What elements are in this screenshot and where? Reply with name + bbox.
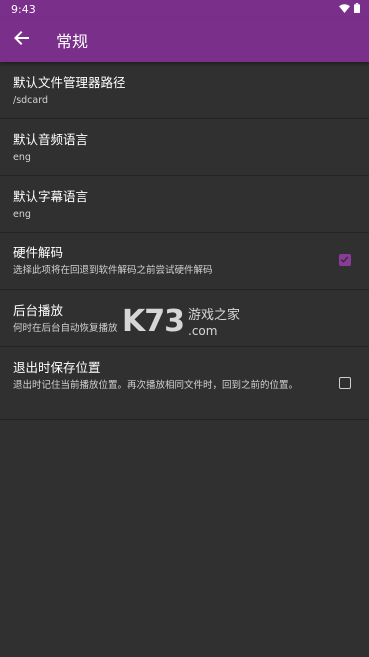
app-bar: 常规 (0, 18, 369, 62)
settings-list: 默认文件管理器路径 /sdcard 默认音频语言 eng 默认字幕语言 eng … (0, 62, 369, 420)
setting-title: 默认音频语言 (13, 132, 89, 147)
setting-file-manager-path[interactable]: 默认文件管理器路径 /sdcard (0, 62, 369, 119)
setting-subtitle-language[interactable]: 默认字幕语言 eng (0, 176, 369, 233)
setting-title: 默认文件管理器路径 (13, 75, 126, 90)
battery-icon (354, 2, 360, 16)
page-title: 常规 (56, 32, 89, 51)
setting-audio-language[interactable]: 默认音频语言 eng (0, 119, 369, 176)
setting-subtitle: 何时在后台自动恢复播放 (13, 323, 118, 334)
setting-subtitle: 退出时记住当前播放位置。再次播放相同文件时，回到之前的位置。 (13, 380, 299, 391)
setting-title: 后台播放 (13, 303, 64, 318)
checkmark-icon (340, 255, 350, 264)
hardware-decoding-checkbox[interactable] (339, 254, 351, 266)
setting-subtitle: 选择此项将在回退到软件解码之前尝试硬件解码 (13, 265, 213, 276)
setting-title: 硬件解码 (13, 245, 64, 260)
setting-background-playback[interactable]: 后台播放 何时在后台自动恢复播放 (0, 290, 369, 347)
setting-title: 退出时保存位置 (13, 360, 101, 375)
setting-subtitle: eng (13, 152, 31, 163)
setting-subtitle: eng (13, 209, 31, 220)
wifi-icon (339, 3, 350, 16)
status-time: 9:43 (11, 2, 36, 16)
setting-hardware-decoding[interactable]: 硬件解码 选择此项将在回退到软件解码之前尝试硬件解码 (0, 233, 369, 290)
setting-title: 默认字幕语言 (13, 189, 89, 204)
status-bar: 9:43 (0, 0, 369, 18)
status-icons (339, 2, 360, 16)
setting-subtitle: /sdcard (13, 95, 48, 106)
setting-save-position[interactable]: 退出时保存位置 退出时记住当前播放位置。再次播放相同文件时，回到之前的位置。 (0, 347, 369, 420)
back-button[interactable] (0, 18, 44, 62)
arrow-left-icon (14, 30, 30, 50)
save-position-checkbox[interactable] (339, 377, 351, 389)
